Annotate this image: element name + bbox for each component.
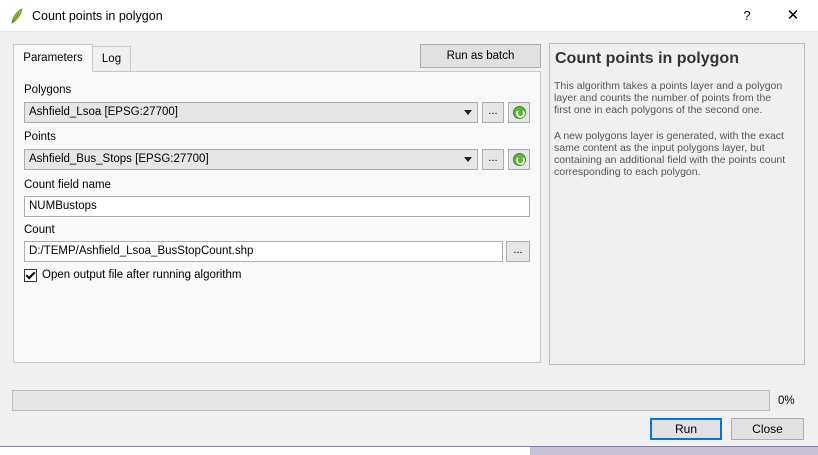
points-select-value: Ashfield_Bus_Stops [EPSG:27700] <box>29 153 209 165</box>
points-iterate-button[interactable] <box>508 149 530 170</box>
points-browse-button[interactable]: ... <box>482 149 504 170</box>
window-close-button[interactable]: ✕ <box>776 4 810 28</box>
checkmark-icon <box>25 269 36 280</box>
count-field-name-input[interactable]: NUMBustops <box>24 196 530 217</box>
help-paragraph-2: A new polygons layer is generated, with … <box>554 130 800 178</box>
help-line: corresponding to each polygon. <box>554 166 701 178</box>
run-button[interactable]: Run <box>650 418 722 440</box>
window-title: Count points in polygon <box>32 9 163 23</box>
background-map-canvas <box>0 446 818 455</box>
tab-parameters[interactable]: Parameters <box>13 44 93 72</box>
background-canvas-area <box>0 446 530 455</box>
help-line: containing an additional field with the … <box>554 154 786 166</box>
help-line: layer and counts the number of points fr… <box>554 92 772 104</box>
progress-percent: 0% <box>778 395 795 407</box>
polygons-label: Polygons <box>24 84 72 96</box>
chevron-down-icon <box>464 110 472 115</box>
tab-log[interactable]: Log <box>92 46 131 72</box>
open-output-label: Open output file after running algorithm <box>42 269 242 281</box>
polygons-browse-button[interactable]: ... <box>482 102 504 123</box>
help-line: same content as the input polygons layer… <box>554 142 765 154</box>
help-line: A new polygons layer is generated, with … <box>554 130 784 142</box>
chevron-down-icon <box>464 157 472 162</box>
help-paragraph-1: This algorithm takes a points layer and … <box>554 80 800 116</box>
progress-bar <box>12 390 770 411</box>
run-as-batch-button[interactable]: Run as batch process... <box>420 44 541 84</box>
polygons-select[interactable]: Ashfield_Lsoa [EPSG:27700] <box>24 102 478 123</box>
refresh-icon <box>513 106 526 119</box>
count-output-browse-button[interactable]: ... <box>506 241 530 262</box>
help-title: Count points in polygon <box>555 50 739 67</box>
count-field-name-label: Count field name <box>24 179 111 191</box>
points-label: Points <box>24 131 56 143</box>
polygons-iterate-button[interactable] <box>508 102 530 123</box>
parameters-panel: Polygons Ashfield_Lsoa [EPSG:27700] ... … <box>13 71 541 363</box>
window-edge <box>0 446 818 447</box>
help-line: This algorithm takes a points layer and … <box>554 80 783 92</box>
close-button[interactable]: Close <box>731 418 804 440</box>
help-panel: Count points in polygon This algorithm t… <box>549 43 805 365</box>
count-output-path-input[interactable]: D:/TEMP/Ashfield_Lsoa_BusStopCount.shp <box>24 241 503 262</box>
qgis-app-icon <box>11 8 23 24</box>
help-button[interactable]: ? <box>732 4 762 28</box>
help-line: first one in each polygons of the second… <box>554 104 763 116</box>
points-select[interactable]: Ashfield_Bus_Stops [EPSG:27700] <box>24 149 478 170</box>
refresh-icon <box>513 153 526 166</box>
title-bar: Count points in polygon ? ✕ <box>0 0 818 32</box>
open-output-checkbox[interactable] <box>24 269 37 282</box>
count-output-label: Count <box>24 224 55 236</box>
polygons-select-value: Ashfield_Lsoa [EPSG:27700] <box>29 106 178 118</box>
